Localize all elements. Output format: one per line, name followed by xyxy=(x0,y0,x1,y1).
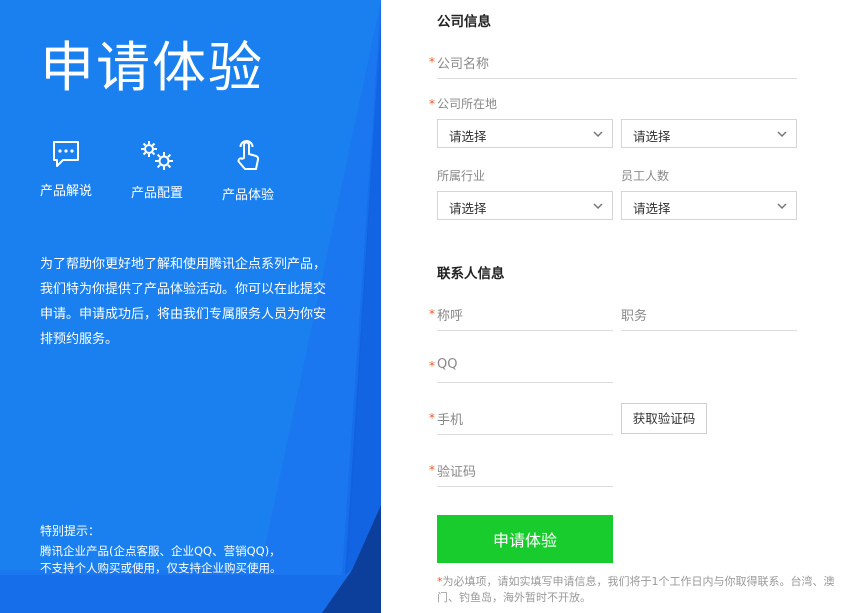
chevron-down-icon xyxy=(777,203,787,210)
qq-underline xyxy=(437,382,613,383)
contact-section-title: 联系人信息 xyxy=(437,266,505,282)
chevron-down-icon xyxy=(593,203,603,210)
position-underline xyxy=(621,330,797,331)
phone-underline xyxy=(437,434,613,435)
qq-input[interactable]: QQ xyxy=(437,357,457,372)
get-verification-code-button[interactable]: 获取验证码 xyxy=(621,403,707,434)
notice-body: 腾讯企业产品(企点客服、企业QQ、营销QQ)， 不支持个人购买或使用，仅支持企业… xyxy=(40,543,340,577)
province-select[interactable]: 请选择 xyxy=(437,119,613,148)
required-mark: * xyxy=(429,307,435,321)
verification-code-input[interactable]: 验证码 xyxy=(437,461,476,480)
feature-label: 产品配置 xyxy=(130,186,183,201)
chevron-down-icon xyxy=(777,131,787,138)
feature-item-trial: 产品体验 xyxy=(208,138,288,203)
feature-item-explain: 产品解说 xyxy=(26,138,106,199)
industry-select[interactable]: 请选择 xyxy=(437,191,613,220)
gears-icon xyxy=(141,141,173,170)
form-footnote: *为必填项，请如实填写申请信息，我们将于1个工作日内与你取得联系。台湾、澳门、钓… xyxy=(437,574,837,606)
feature-item-config: 产品配置 xyxy=(117,138,197,201)
notice-title: 特别提示： xyxy=(40,524,101,538)
employees-label: 员工人数 xyxy=(621,169,670,183)
required-mark: * xyxy=(429,55,435,69)
company-name-input[interactable]: 公司名称 xyxy=(437,53,489,72)
feature-label: 产品解说 xyxy=(39,184,92,199)
province-select-value: 请选择 xyxy=(449,129,487,144)
city-select-value: 请选择 xyxy=(633,129,671,144)
feature-label: 产品体验 xyxy=(221,188,274,203)
salutation-input[interactable]: 称呼 xyxy=(437,305,463,324)
phone-input[interactable]: 手机 xyxy=(437,409,463,428)
industry-select-value: 请选择 xyxy=(449,201,487,216)
tap-hand-icon xyxy=(237,140,260,170)
company-section-title: 公司信息 xyxy=(437,14,491,30)
footnote-text: 为必填项，请如实填写申请信息，我们将于1个工作日内与你取得联系。台湾、澳门、钓鱼… xyxy=(437,575,835,604)
verification-code-underline xyxy=(437,486,613,487)
industry-label: 所属行业 xyxy=(437,169,486,183)
notice-line: 不支持个人购买或使用，仅支持企业购买使用。 xyxy=(40,561,282,575)
company-name-underline xyxy=(437,78,797,79)
chat-bubble-icon xyxy=(53,141,79,167)
feature-list: 产品解说 产品配置 产品体验 xyxy=(0,138,381,208)
required-mark: * xyxy=(429,97,435,111)
intro-description: 为了帮助你更好地了解和使用腾讯企点系列产品，我们特为你提供了产品体验活动。你可以… xyxy=(40,257,327,347)
page-title: 申请体验 xyxy=(40,36,264,99)
chevron-down-icon xyxy=(593,131,603,138)
employees-select[interactable]: 请选择 xyxy=(621,191,797,220)
salutation-underline xyxy=(437,330,613,331)
application-form: 公司信息 * 公司名称 * 公司所在地 请选择 请选择 所属行业 员工人数 请选… xyxy=(381,0,844,613)
submit-application-button[interactable]: 申请体验 xyxy=(437,515,613,563)
notice-line: 腾讯企业产品(企点客服、企业QQ、营销QQ)， xyxy=(40,544,281,558)
company-location-label: 公司所在地 xyxy=(437,97,498,111)
city-select[interactable]: 请选择 xyxy=(621,119,797,148)
required-mark: * xyxy=(429,463,435,477)
position-input[interactable]: 职务 xyxy=(621,305,647,324)
intro-panel: 申请体验 产品解说 产品配置 产品体验 为了帮助你更好地了解和使用腾讯企点系列产… xyxy=(0,0,381,613)
required-mark: * xyxy=(429,411,435,425)
employees-select-value: 请选择 xyxy=(633,201,671,216)
required-mark: * xyxy=(429,359,435,373)
